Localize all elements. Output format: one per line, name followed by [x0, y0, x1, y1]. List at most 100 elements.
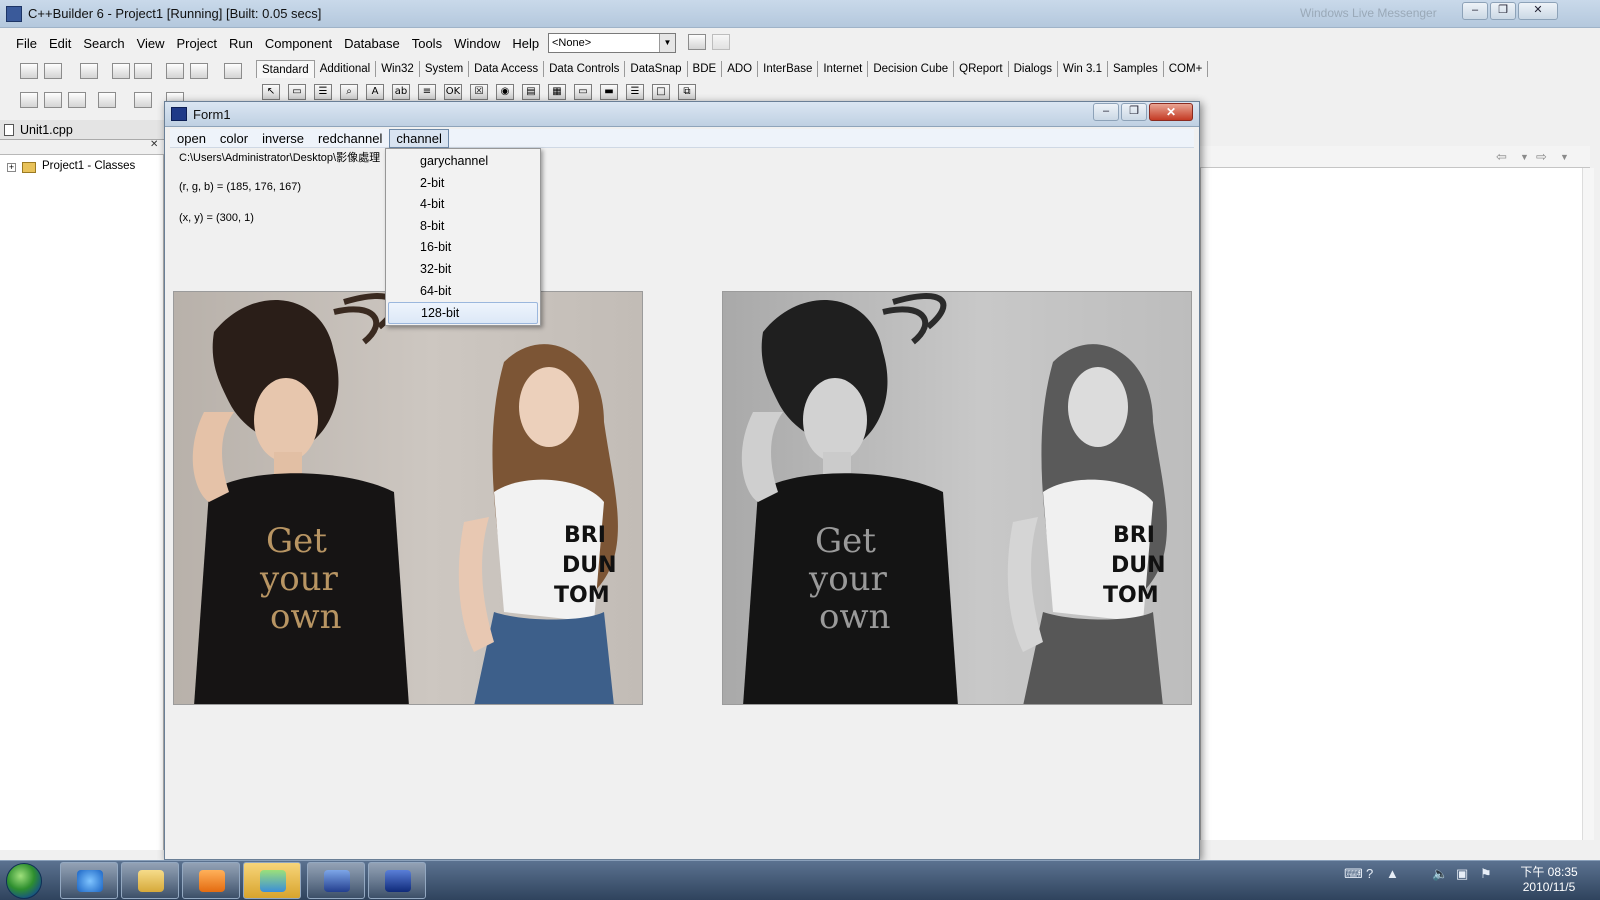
- chevron-down-icon[interactable]: ▼: [1520, 152, 1529, 162]
- palette-tab-system[interactable]: System: [420, 61, 470, 77]
- save-icon[interactable]: [80, 63, 98, 79]
- view-form-icon[interactable]: [44, 92, 62, 108]
- menu-file[interactable]: File: [10, 30, 43, 58]
- menu-project[interactable]: Project: [171, 30, 223, 58]
- palette-tab-datasnap[interactable]: DataSnap: [625, 61, 688, 77]
- palette-tab-interbase[interactable]: InterBase: [758, 61, 819, 77]
- taskbar-media-player[interactable]: [182, 862, 240, 899]
- menu-item-garychannel[interactable]: garychannel: [386, 151, 540, 173]
- close-button[interactable]: ✕: [1518, 2, 1558, 20]
- tray-chevron-icon[interactable]: ▲: [1386, 866, 1399, 881]
- help-book-icon[interactable]: [224, 63, 242, 79]
- menu-window[interactable]: Window: [448, 30, 506, 58]
- minimize-button[interactable]: –: [1093, 103, 1119, 121]
- taskbar-form1[interactable]: [368, 862, 426, 899]
- palette-tab-bde[interactable]: BDE: [688, 61, 723, 77]
- menu-redchannel[interactable]: redchannel: [311, 130, 389, 147]
- palette-tab-win31[interactable]: Win 3.1: [1058, 61, 1108, 77]
- palette-tab-data-access[interactable]: Data Access: [469, 61, 545, 77]
- desktop-save-icon[interactable]: [688, 34, 706, 50]
- menu-help[interactable]: Help: [506, 30, 545, 58]
- palette-tab-dialogs[interactable]: Dialogs: [1009, 61, 1058, 77]
- chevron-down-icon[interactable]: ▼: [659, 34, 675, 52]
- menu-run[interactable]: Run: [223, 30, 259, 58]
- pointer-tool-icon[interactable]: ↖: [262, 84, 280, 100]
- run-icon[interactable]: [134, 92, 152, 108]
- radiogroup-icon[interactable]: ☰: [626, 84, 644, 100]
- menu-component[interactable]: Component: [259, 30, 338, 58]
- desktop-set-icon[interactable]: [712, 34, 730, 50]
- palette-tab-standard[interactable]: Standard: [256, 60, 315, 78]
- new-file-icon[interactable]: [20, 63, 38, 79]
- groupbox-icon[interactable]: ▬: [600, 84, 618, 100]
- menu-view[interactable]: View: [131, 30, 171, 58]
- menu-open[interactable]: open: [170, 130, 213, 147]
- close-button[interactable]: ✕: [1149, 103, 1193, 121]
- start-button[interactable]: [6, 863, 42, 899]
- palette-tab-internet[interactable]: Internet: [818, 61, 869, 77]
- palette-tab-com[interactable]: COM+: [1164, 61, 1209, 77]
- checkbox-icon[interactable]: ☒: [470, 84, 488, 100]
- menu-color[interactable]: color: [213, 130, 255, 147]
- remove-from-project-icon[interactable]: [190, 63, 208, 79]
- scrollbar-icon[interactable]: ▭: [574, 84, 592, 100]
- maximize-button[interactable]: ❐: [1121, 103, 1147, 121]
- editor-scrollbar[interactable]: [1582, 168, 1594, 840]
- palette-tab-samples[interactable]: Samples: [1108, 61, 1164, 77]
- palette-tab-qreport[interactable]: QReport: [954, 61, 1009, 77]
- palette-tab-data-controls[interactable]: Data Controls: [544, 61, 626, 77]
- menu-item-8-bit[interactable]: 8-bit: [386, 216, 540, 238]
- menu-item-128-bit[interactable]: 128-bit: [388, 302, 538, 324]
- radio-button-icon[interactable]: ◉: [496, 84, 514, 100]
- menu-database[interactable]: Database: [338, 30, 406, 58]
- processed-image[interactable]: Get your own BRI DUN TOM: [722, 291, 1192, 705]
- palette-tab-additional[interactable]: Additional: [315, 61, 377, 77]
- palette-tab-win32[interactable]: Win32: [376, 61, 420, 77]
- menu-item-4-bit[interactable]: 4-bit: [386, 194, 540, 216]
- network-icon[interactable]: ▣: [1456, 866, 1468, 882]
- minimize-button[interactable]: –: [1462, 2, 1488, 20]
- chevron-down-icon[interactable]: ▼: [1560, 152, 1569, 162]
- original-image[interactable]: Get your own BRI DUN TOM: [173, 291, 643, 705]
- add-to-project-icon[interactable]: [166, 63, 184, 79]
- taskbar-messenger[interactable]: [243, 862, 301, 899]
- combobox-icon[interactable]: ▦: [548, 84, 566, 100]
- edit-icon[interactable]: ab: [392, 84, 410, 100]
- menu-item-32-bit[interactable]: 32-bit: [386, 259, 540, 281]
- keyboard-icon[interactable]: ⌨: [1344, 866, 1363, 882]
- view-unit-icon[interactable]: [20, 92, 38, 108]
- menu-item-64-bit[interactable]: 64-bit: [386, 281, 540, 303]
- action-list-icon[interactable]: ⧉: [678, 84, 696, 100]
- label-icon[interactable]: A: [366, 84, 384, 100]
- taskbar-cpp-builder[interactable]: [307, 862, 365, 899]
- frames-icon[interactable]: ▭: [288, 84, 306, 100]
- forward-arrow-icon[interactable]: ⇨: [1536, 149, 1547, 165]
- desktop-layout-combo[interactable]: <None> ▼: [548, 33, 676, 53]
- code-editor-pane[interactable]: [1200, 168, 1590, 840]
- new-form-icon[interactable]: [98, 92, 116, 108]
- help-icon[interactable]: ?: [1366, 866, 1373, 881]
- listbox-icon[interactable]: ▤: [522, 84, 540, 100]
- editor-tab-unit1[interactable]: Unit1.cpp: [0, 120, 164, 140]
- action-center-icon[interactable]: ⚑: [1480, 866, 1492, 882]
- menu-channel[interactable]: channel: [389, 128, 449, 148]
- menu-item-16-bit[interactable]: 16-bit: [386, 237, 540, 259]
- taskbar-explorer[interactable]: [121, 862, 179, 899]
- panel-icon[interactable]: □: [652, 84, 670, 100]
- open-folder-icon[interactable]: [44, 63, 62, 79]
- tree-root-label[interactable]: Project1 - Classes: [42, 160, 135, 172]
- system-clock[interactable]: 下午 08:35 2010/11/5: [1510, 865, 1588, 895]
- button-icon[interactable]: OK: [444, 84, 462, 100]
- menu-edit[interactable]: Edit: [43, 30, 77, 58]
- taskbar-internet-explorer[interactable]: [60, 862, 118, 899]
- menu-inverse[interactable]: inverse: [255, 130, 311, 147]
- palette-tab-ado[interactable]: ADO: [722, 61, 759, 77]
- back-arrow-icon[interactable]: ⇦: [1496, 149, 1507, 165]
- maximize-button[interactable]: ❐: [1490, 2, 1516, 20]
- volume-icon[interactable]: 🔈: [1432, 866, 1448, 882]
- expand-icon[interactable]: +: [7, 163, 16, 172]
- menu-search[interactable]: Search: [77, 30, 130, 58]
- open-project-icon[interactable]: [134, 63, 152, 79]
- toggle-form-unit-icon[interactable]: [68, 92, 86, 108]
- popup-menu-icon[interactable]: ⌕: [340, 84, 358, 100]
